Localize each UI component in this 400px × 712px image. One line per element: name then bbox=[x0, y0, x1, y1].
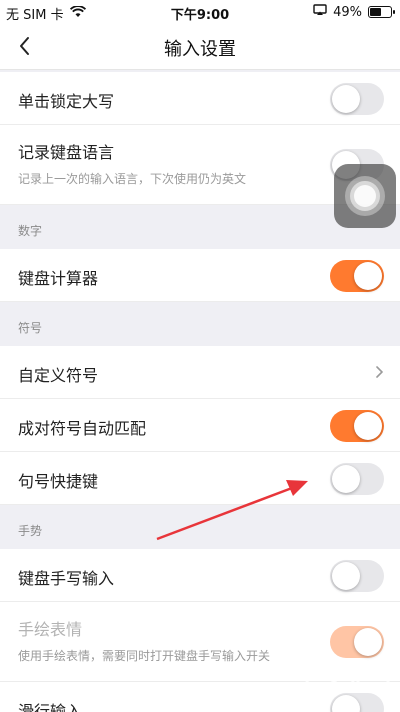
setting-pair-symbols: 成对符号自动匹配 bbox=[0, 399, 400, 452]
setting-label: 滑行输入 bbox=[18, 702, 83, 712]
setting-label: 自定义符号 bbox=[18, 366, 99, 385]
section-title: 手势 bbox=[18, 524, 43, 538]
period-shortcut-toggle[interactable] bbox=[330, 463, 384, 495]
hand-drawn-emoji-toggle[interactable] bbox=[330, 626, 384, 658]
battery-icon bbox=[368, 6, 395, 18]
setting-label: 成对符号自动匹配 bbox=[18, 419, 147, 438]
keyboard-calculator-toggle[interactable] bbox=[330, 260, 384, 292]
setting-description: 记录上一次的输入语言，下次使用仍为英文 bbox=[18, 172, 247, 186]
battery-percent: 49% bbox=[333, 4, 362, 20]
setting-label: 手绘表情 bbox=[18, 620, 83, 639]
section-title: 数字 bbox=[18, 224, 43, 238]
setting-label: 单击锁定大写 bbox=[18, 92, 115, 111]
page-title: 输入设置 bbox=[164, 39, 236, 60]
setting-caps-lock: 单击锁定大写 bbox=[0, 72, 400, 125]
navigation-bar: 输入设置 bbox=[0, 24, 400, 70]
setting-label: 键盘计算器 bbox=[18, 269, 99, 288]
status-bar: 无 SIM 卡 下午9:00 49% bbox=[0, 0, 400, 24]
setting-label: 记录键盘语言 bbox=[18, 143, 115, 162]
section-header-symbols: 符号 bbox=[0, 302, 400, 346]
screen-mirroring-icon bbox=[313, 4, 327, 20]
watermark-logo-icon bbox=[305, 665, 390, 695]
setting-period-shortcut: 句号快捷键 bbox=[0, 452, 400, 505]
assistive-touch-button[interactable] bbox=[334, 164, 396, 228]
setting-custom-symbols[interactable]: 自定义符号 bbox=[0, 346, 400, 399]
setting-handwriting: 键盘手写输入 bbox=[0, 549, 400, 602]
setting-label: 键盘手写输入 bbox=[18, 569, 115, 588]
setting-keyboard-calculator: 键盘计算器 bbox=[0, 249, 400, 302]
setting-label: 句号快捷键 bbox=[18, 472, 99, 491]
setting-description: 使用手绘表情，需要同时打开键盘手写输入开关 bbox=[18, 649, 271, 663]
section-title: 符号 bbox=[18, 321, 43, 335]
chevron-right-icon bbox=[376, 366, 383, 378]
caps-lock-toggle[interactable] bbox=[330, 83, 384, 115]
pair-symbols-toggle[interactable] bbox=[330, 410, 384, 442]
section-header-gestures: 手势 bbox=[0, 505, 400, 549]
handwriting-toggle[interactable] bbox=[330, 560, 384, 592]
